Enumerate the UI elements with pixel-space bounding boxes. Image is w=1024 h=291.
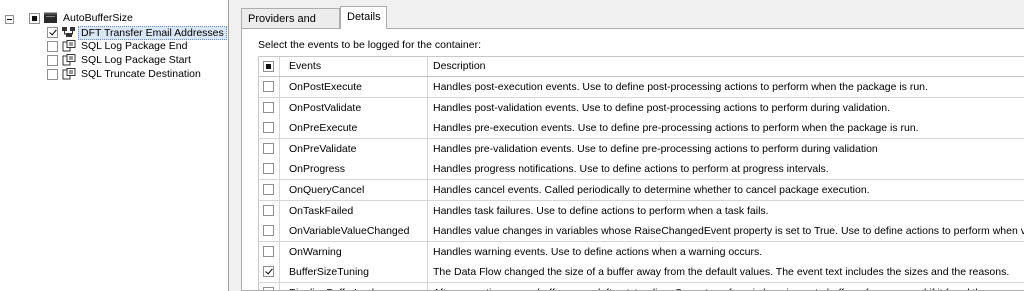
event-check-cell[interactable] <box>259 262 280 283</box>
event-checkbox[interactable] <box>263 163 274 175</box>
event-checkbox[interactable] <box>263 266 274 278</box>
event-description-cell: Handles post-execution events. Use to de… <box>433 81 928 93</box>
header-check-cell[interactable] <box>259 57 280 76</box>
event-description-cell: Handles cancel events. Called periodical… <box>433 184 870 196</box>
event-checkbox[interactable] <box>263 225 274 237</box>
event-row[interactable]: OnQueryCancel Handles cancel events. Call… <box>259 180 1024 201</box>
tree-node-task[interactable]: SQL Truncate Destination <box>0 67 228 81</box>
event-checkbox[interactable] <box>263 81 274 92</box>
instruction-text: Select the events to be logged for the c… <box>258 39 481 51</box>
details-panel: Select the events to be logged for the c… <box>241 28 1024 291</box>
column-header-description[interactable]: Description <box>429 57 1024 76</box>
event-check-cell[interactable] <box>259 118 280 139</box>
event-name-cell: OnTaskFailed <box>280 200 428 221</box>
event-checkbox[interactable] <box>263 142 274 154</box>
event-check-cell[interactable] <box>259 283 280 290</box>
task-checkbox[interactable] <box>47 55 58 66</box>
tree-node-label: DFT Transfer Email Addresses <box>78 26 227 40</box>
event-name-cell: OnPreExecute <box>280 118 428 139</box>
event-row[interactable]: OnProgress Handles progress notifications… <box>259 159 1024 181</box>
event-check-cell[interactable] <box>259 159 280 180</box>
event-check-cell[interactable] <box>259 138 280 159</box>
event-description-cell: Handles value changes in variables whose… <box>433 225 1024 238</box>
event-description-cell: After execution, some buffers were left … <box>429 283 1024 290</box>
tab-providers-and-logs[interactable]: Providers and Logs <box>241 8 340 45</box>
data-flow-task-icon <box>62 27 75 37</box>
events-grid[interactable]: Events Description OnPostExecute Handles … <box>258 56 1024 290</box>
event-checkbox[interactable] <box>263 245 274 257</box>
grid-header-row: Events Description <box>259 57 1024 77</box>
event-row[interactable]: BufferSizeTuning The Data Flow changed th… <box>259 262 1024 284</box>
event-row[interactable]: OnPreExecute Handles pre-execution events… <box>259 118 1024 140</box>
event-check-cell[interactable] <box>259 180 280 200</box>
event-name-cell: OnProgress <box>280 159 428 180</box>
event-name-cell: OnQueryCancel <box>280 180 428 200</box>
tab-details[interactable]: Details <box>340 6 387 29</box>
event-description-cell: The Data Flow changed the size of a buff… <box>433 266 1010 279</box>
event-check-cell[interactable] <box>259 97 280 118</box>
event-name-cell: PipelineBufferLeak <box>280 283 428 290</box>
event-name-cell: OnWarning <box>280 241 428 262</box>
event-description-cell: Handles pre-execution events. Use to def… <box>433 122 919 135</box>
logging-config-pane: Providers and Logs Details Select the ev… <box>237 0 1024 291</box>
event-checkbox[interactable] <box>263 122 274 134</box>
event-checkbox[interactable] <box>263 287 274 290</box>
task-checkbox[interactable] <box>47 69 58 80</box>
event-checkbox[interactable] <box>263 184 274 195</box>
event-row[interactable]: PipelineBufferLeakAfter execution, some … <box>259 283 1024 290</box>
event-check-cell[interactable] <box>259 221 280 242</box>
tree-node-label: SQL Truncate Destination <box>81 68 201 80</box>
collapse-expander-icon[interactable] <box>5 15 14 24</box>
package-icon <box>44 12 57 23</box>
root-checkbox[interactable] <box>29 13 40 24</box>
event-name-cell: OnPostExecute <box>280 77 428 97</box>
event-row[interactable]: OnPostValidate Handles post-validation ev… <box>259 97 1024 119</box>
column-header-events[interactable]: Events <box>280 57 428 76</box>
container-tree[interactable]: AutoBufferSize DFT Transfer Email Addres… <box>0 0 229 291</box>
tree-node-root[interactable]: AutoBufferSize <box>0 11 228 25</box>
event-checkbox[interactable] <box>263 101 274 113</box>
event-row[interactable]: OnPreValidate Handles pre-validation even… <box>259 138 1024 160</box>
tree-node-task[interactable]: SQL Log Package End <box>0 39 228 53</box>
execute-sql-task-icon <box>62 68 76 80</box>
execute-sql-task-icon <box>62 40 76 52</box>
event-checkbox[interactable] <box>263 204 274 216</box>
tree-node-task[interactable]: DFT Transfer Email Addresses <box>0 25 228 40</box>
task-checkbox[interactable] <box>47 41 58 52</box>
event-name-cell: OnVariableValueChanged <box>280 221 428 242</box>
tree-node-label: AutoBufferSize <box>63 12 133 24</box>
event-name-cell: OnPostValidate <box>280 97 428 118</box>
event-row[interactable]: OnWarning Handles warning events. Use to … <box>259 241 1024 263</box>
event-row[interactable]: OnVariableValueChanged Handles value chan… <box>259 221 1024 243</box>
tree-node-task[interactable]: SQL Log Package Start <box>0 53 228 67</box>
event-description-cell: Handles progress notifications. Use to d… <box>433 163 829 176</box>
event-row[interactable]: OnPostExecute Handles post-execution even… <box>259 77 1024 98</box>
tree-node-label: SQL Log Package End <box>81 40 188 52</box>
event-row[interactable]: OnTaskFailed Handles task failures. Use t… <box>259 200 1024 222</box>
event-name-cell: OnPreValidate <box>280 138 428 159</box>
select-all-checkbox[interactable] <box>263 61 274 72</box>
event-description-cell: Handles task failures. Use to define act… <box>433 204 769 217</box>
event-check-cell[interactable] <box>259 77 280 97</box>
tree-node-label: SQL Log Package Start <box>81 54 191 66</box>
task-checkbox[interactable] <box>47 27 58 38</box>
event-description-cell: Handles warning events. Use to define ac… <box>433 245 763 258</box>
event-description-cell: Handles post-validation events. Use to d… <box>433 101 891 114</box>
event-check-cell[interactable] <box>259 200 280 221</box>
event-check-cell[interactable] <box>259 241 280 262</box>
event-description-cell: Handles pre-validation events. Use to de… <box>433 142 878 155</box>
execute-sql-task-icon <box>62 54 76 66</box>
event-name-cell: BufferSizeTuning <box>280 262 428 283</box>
